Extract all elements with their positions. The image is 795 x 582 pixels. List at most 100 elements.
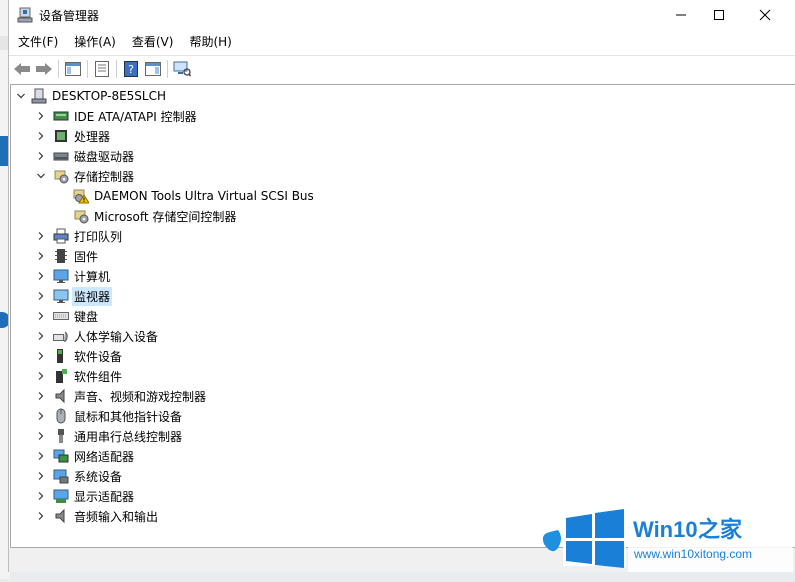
device-tree: DESKTOP-8E5SLCH IDE ATA/ATAPI 控制器 处理器磁盘驱动… [10,84,795,548]
svg-text:之家: 之家 [698,517,743,543]
tree-item-label: 监视器 [72,286,113,306]
action-pane-icon [145,61,161,76]
expand-chevron-icon[interactable] [35,346,47,366]
expand-chevron-icon[interactable] [35,126,47,146]
collapse-chevron-icon[interactable] [15,86,27,106]
window-title: 设备管理器 [39,9,100,23]
tree-item-disk-drive[interactable]: 磁盘驱动器 [35,146,136,166]
tree-item-monitor[interactable]: 监视器 [35,286,113,306]
help-icon: ? [124,60,138,77]
show-hide-console-tree-icon [65,61,81,76]
tree-item-display-adapter[interactable]: 显示适配器 [35,486,136,506]
back-button[interactable] [11,58,33,80]
expand-chevron-icon[interactable] [35,486,47,506]
tree-item-label: 打印队列 [74,229,123,244]
tree-item-mouse[interactable]: 鼠标和其他指针设备 [35,406,184,426]
maximize-button[interactable] [696,0,742,30]
expand-chevron-icon[interactable] [35,406,47,426]
tree-item-label: 磁盘驱动器 [74,149,135,164]
menu-view[interactable]: 查看(V) [124,32,182,52]
menu-file[interactable]: 文件(F) [9,32,66,52]
storage-controller-icon [53,168,69,184]
properties-button[interactable] [91,58,113,80]
tree-item-system-device[interactable]: 系统设备 [35,466,124,486]
menu-action[interactable]: 操作(A) [66,32,124,52]
tree-item-network-adapter[interactable]: 网络适配器 [35,446,136,466]
svg-text:www.win10xitong.com: www.win10xitong.com [633,547,752,561]
tree-item-storage-controller[interactable]: 存储控制器 [35,166,136,186]
tree-item-label: 人体学输入设备 [74,329,159,344]
tree-item-label: 存储控制器 [74,169,135,184]
scan-hardware-button[interactable] [171,58,193,80]
expand-chevron-icon[interactable] [35,286,47,306]
expand-chevron-icon[interactable] [35,466,47,486]
action-pane-button[interactable] [142,58,164,80]
expand-chevron-icon[interactable] [35,446,47,466]
bird-icon [542,530,561,552]
expand-chevron-icon[interactable] [35,326,47,346]
expand-chevron-icon[interactable] [35,506,47,526]
speaker-icon [53,388,69,404]
maximize-icon [714,10,724,20]
close-button[interactable] [742,0,788,30]
expand-chevron-icon[interactable] [35,146,47,166]
tree-item-audio-io[interactable]: 音频输入和输出 [35,506,160,526]
computer-root-icon [31,88,47,104]
collapse-chevron-icon[interactable] [35,166,47,186]
expand-chevron-icon[interactable] [35,366,47,386]
scsi-warning-icon [73,188,89,204]
tree-item-label: 显示适配器 [74,489,135,504]
tree-item-label: 声音、视频和游戏控制器 [74,389,207,404]
firmware-icon [53,248,69,264]
tree-item-ide-controller[interactable]: IDE ATA/ATAPI 控制器 [35,106,199,126]
tree-item-label: 处理器 [74,129,111,144]
tree-item-printer[interactable]: 打印队列 [35,226,124,246]
toolbar-separator [87,59,88,78]
minimize-icon [676,14,686,16]
watermark: Win10 之家 www.win10xitong.com [540,504,795,579]
tree-item-label: DAEMON Tools Ultra Virtual SCSI Bus [94,189,314,203]
audio-io-icon [53,508,69,524]
tree-item-computer[interactable]: 计算机 [35,266,112,286]
tree-item-processor[interactable]: 处理器 [35,126,112,146]
tree-item-software-component[interactable]: 软件组件 [35,366,124,386]
monitor-icon [53,288,69,304]
expand-chevron-icon[interactable] [35,386,47,406]
tree-item-firmware[interactable]: 固件 [35,246,100,266]
svg-text:Win10: Win10 [633,517,698,542]
expand-chevron-icon[interactable] [35,106,47,126]
expand-chevron-icon[interactable] [35,426,47,446]
toolbar-separator [58,59,59,78]
toolbar-separator [116,59,117,78]
ide-controller-icon [53,108,69,124]
tree-item-label: 键盘 [74,309,99,324]
tree-root[interactable]: DESKTOP-8E5SLCH [15,86,168,106]
device-manager-app-icon [17,7,33,23]
expand-chevron-icon[interactable] [35,266,47,286]
tree-item-software-device[interactable]: 软件设备 [35,346,124,366]
tree-root-label: DESKTOP-8E5SLCH [52,89,167,103]
menu-help[interactable]: 帮助(H) [181,32,239,52]
tree-item-label: 软件设备 [74,349,123,364]
expand-chevron-icon[interactable] [35,226,47,246]
tree-item-label: IDE ATA/ATAPI 控制器 [74,109,197,124]
expand-chevron-icon[interactable] [35,306,47,326]
tree-item-label: 网络适配器 [74,449,135,464]
tree-item-keyboard[interactable]: 键盘 [35,306,100,326]
tree-item-speaker[interactable]: 声音、视频和游戏控制器 [35,386,208,406]
tree-child-scsi-warning[interactable]: DAEMON Tools Ultra Virtual SCSI Bus [55,186,316,206]
show-hide-console-tree-button[interactable] [62,58,84,80]
tree-item-hid[interactable]: 人体学输入设备 [35,326,160,346]
tree-child-storage-controller[interactable]: Microsoft 存储空间控制器 [55,206,238,226]
usb-icon [53,428,69,444]
menu-bar: 文件(F) 操作(A) 查看(V) 帮助(H) [9,31,795,53]
help-button[interactable]: ? [120,58,142,80]
forward-button[interactable] [33,58,55,80]
expand-chevron-icon[interactable] [35,246,47,266]
printer-icon [53,228,69,244]
title-bar: 设备管理器 [9,0,795,30]
disk-drive-icon [53,148,69,164]
tree-item-usb[interactable]: 通用串行总线控制器 [35,426,184,446]
processor-icon [53,128,69,144]
